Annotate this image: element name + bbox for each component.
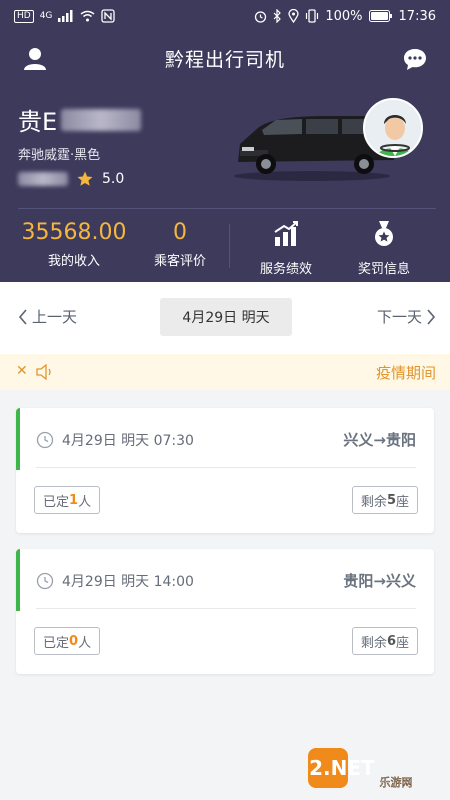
current-date[interactable]: 4月29日 明天 (160, 298, 292, 336)
trip-divider (36, 608, 416, 609)
remaining-suffix: 座 (395, 494, 409, 510)
status-bar: HD 4G 100% 17:36 (0, 0, 450, 32)
bar-chart-icon (274, 221, 298, 246)
car-model: 奔驰威霆·黑色 (18, 148, 101, 163)
booked-badge: 已定 0 人 (34, 627, 101, 655)
signal-icon (58, 10, 73, 22)
booked-count: 0 (69, 633, 79, 649)
booked-suffix: 人 (78, 635, 92, 651)
performance-stat[interactable]: 服务绩效 (246, 218, 326, 277)
trip-card[interactable]: 4月29日 明天 14:00 贵阳→兴义 已定 0 人 剩余 6 座 (16, 549, 434, 674)
plate-prefix: 贵E (18, 108, 58, 136)
battery-icon (368, 10, 392, 22)
user-icon (24, 48, 46, 70)
trip-route: 兴义→贵阳 (343, 431, 416, 449)
license-plate: 贵E (18, 102, 142, 137)
driver-name-redacted (18, 172, 68, 186)
booked-count: 1 (69, 492, 79, 508)
header-divider (18, 208, 436, 209)
chevron-right-icon (427, 308, 436, 325)
reviews-stat[interactable]: 0 乘客评价 (140, 218, 220, 269)
income-stat[interactable]: 35568.00 我的收入 (14, 218, 134, 269)
watermark-brand: 962.NET (308, 756, 375, 780)
trip-accent-bar (16, 408, 20, 470)
page-title: 黔程出行司机 (164, 48, 285, 71)
driver-avatar[interactable] (363, 98, 423, 158)
booked-suffix: 人 (78, 494, 92, 510)
rating-value: 5.0 (102, 171, 125, 187)
wifi-icon (80, 10, 95, 22)
battery-percent: 100% (325, 8, 363, 24)
trip-card[interactable]: 4月29日 明天 07:30 兴义→贵阳 已定 1 人 剩余 5 座 (16, 408, 434, 533)
remaining-count: 6 (386, 633, 396, 649)
nav-bar: 黔程出行司机 (0, 32, 450, 84)
network-gen: 4G (39, 11, 53, 21)
star-icon (77, 171, 93, 186)
booked-badge: 已定 1 人 (34, 486, 101, 514)
status-right: 100% 17:36 (254, 9, 436, 24)
rating-row: 5.0 (18, 170, 124, 188)
remaining-count: 5 (386, 492, 396, 508)
prev-day-button[interactable]: 上一天 (18, 306, 77, 327)
prev-day-label: 上一天 (32, 308, 78, 326)
trip-divider (36, 467, 416, 468)
next-day-button[interactable]: 下一天 (377, 306, 436, 327)
remaining-prefix: 剩余 (360, 635, 387, 651)
vibrate-icon (306, 9, 319, 23)
remaining-badge: 剩余 5 座 (351, 486, 418, 514)
trip-time: 4月29日 明天 07:30 (36, 430, 194, 450)
notice-text[interactable]: 疫情期间 (376, 362, 436, 383)
status-left: HD 4G (14, 9, 116, 23)
trip-accent-bar (16, 549, 20, 611)
remaining-badge: 剩余 6 座 (351, 627, 418, 655)
location-icon (288, 9, 300, 23)
income-label: 我的收入 (47, 254, 100, 269)
clock-icon (36, 431, 54, 449)
nfc-icon (101, 9, 116, 23)
chevron-left-icon (18, 308, 27, 325)
clock-icon (36, 572, 54, 590)
stats-row: 35568.00 我的收入 0 乘客评价 服务绩效 奖罚信息 (0, 218, 450, 277)
plate-redacted (61, 108, 142, 131)
booked-prefix: 已定 (43, 494, 70, 510)
remaining-suffix: 座 (395, 635, 409, 651)
alarm-icon (255, 10, 267, 23)
trip-time-label: 4月29日 明天 07:30 (62, 433, 194, 449)
chat-icon (404, 49, 426, 70)
stats-separator (229, 224, 230, 268)
profile-button[interactable] (22, 46, 48, 72)
next-day-label: 下一天 (376, 308, 422, 326)
trip-route: 贵阳→兴义 (343, 572, 416, 590)
driver-avatar-illustration (365, 100, 421, 156)
booked-prefix: 已定 (43, 635, 70, 651)
trip-time-label: 4月29日 明天 14:00 (62, 574, 194, 590)
bluetooth-icon (273, 9, 282, 23)
trip-time: 4月29日 明天 14:00 (36, 571, 194, 591)
reviews-label: 乘客评价 (153, 254, 206, 269)
close-icon[interactable]: ✕ (16, 363, 28, 379)
date-navigation: 上一天 4月29日 明天 下一天 (0, 282, 450, 354)
watermark-logo: 962.NET 乐游网 (308, 748, 413, 789)
watermark-subtitle: 乐游网 (380, 776, 413, 789)
driver-header: 黔程出行司机 贵E 奔驰威霆·黑色 5.0 35568.00 我的收入 0 乘客… (0, 32, 450, 282)
remaining-prefix: 剩余 (360, 494, 387, 510)
rewards-label: 奖罚信息 (357, 262, 410, 277)
network-badge: HD (14, 9, 34, 23)
rewards-stat[interactable]: 奖罚信息 (344, 218, 424, 277)
income-value: 35568.00 (21, 220, 127, 245)
messages-button[interactable] (402, 46, 428, 72)
performance-label: 服务绩效 (259, 262, 312, 277)
medal-icon (375, 221, 393, 246)
reviews-value: 0 (173, 220, 187, 245)
notice-bar: ✕ 疫情期间 (0, 354, 450, 390)
speaker-icon (36, 364, 51, 380)
clock: 17:36 (398, 8, 436, 24)
